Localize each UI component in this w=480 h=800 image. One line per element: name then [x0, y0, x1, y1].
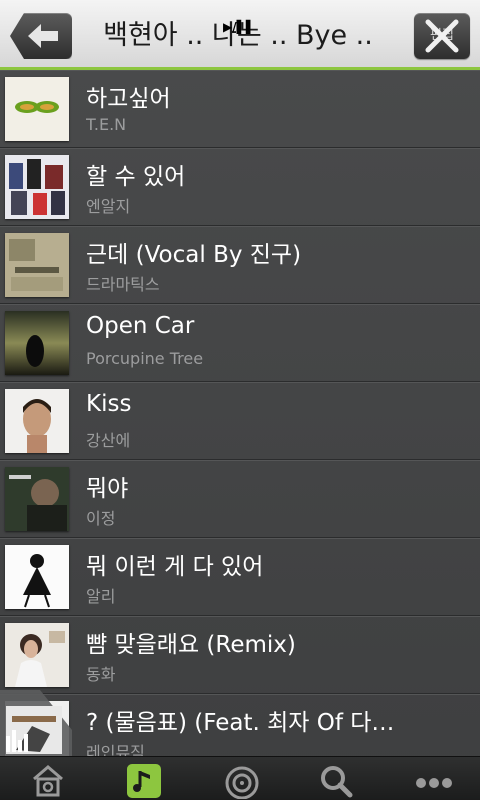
edit-button[interactable]: 편집	[414, 13, 470, 59]
nav-home[interactable]	[0, 757, 96, 800]
song-artist: 동화	[86, 665, 116, 684]
playlist-screen: 백현아 .. 나는 .. Bye .. ▶/▌▌ 편집 하고싶어	[0, 0, 480, 800]
list-item[interactable]: 뭐야 이정	[0, 460, 480, 538]
song-title: 할 수 있어	[86, 164, 186, 190]
nav-more[interactable]	[384, 757, 480, 800]
home-icon	[33, 765, 63, 797]
arrow-left-icon	[28, 24, 58, 48]
close-x-icon	[425, 19, 459, 53]
song-title: 근데 (Vocal By 진구)	[86, 242, 302, 268]
list-item[interactable]: Open Car Porcupine Tree	[0, 304, 480, 382]
bottom-navigation	[0, 756, 480, 800]
nav-music[interactable]	[96, 757, 192, 800]
album-art	[5, 77, 69, 141]
search-icon	[321, 766, 353, 798]
list-item[interactable]: ? (물음표) (Feat. 최자 Of 다… 레인뮤직	[0, 694, 480, 756]
song-artist: 알리	[86, 587, 116, 606]
album-art	[5, 545, 69, 609]
playback-indicator: ▶/▌▌	[223, 20, 256, 34]
song-title: 뺨 맞을래요 (Remix)	[86, 632, 296, 658]
header-bar: 백현아 .. 나는 .. Bye .. ▶/▌▌ 편집	[0, 0, 480, 70]
list-item[interactable]: 할 수 있어 엔알지	[0, 148, 480, 226]
song-title: 하고싶어	[86, 86, 171, 112]
list-item[interactable]: 뭐 이런 게 다 있어 알리	[0, 538, 480, 616]
album-art	[5, 155, 69, 219]
album-art	[5, 233, 69, 297]
album-art	[5, 389, 69, 453]
list-item[interactable]: 하고싶어 T.E.N	[0, 70, 480, 148]
list-item[interactable]: Kiss 강산에	[0, 382, 480, 460]
song-artist: T.E.N	[86, 115, 127, 134]
song-artist: Porcupine Tree	[86, 349, 204, 368]
album-art	[5, 467, 69, 531]
song-artist: 강산에	[86, 431, 131, 450]
list-item[interactable]: 뺨 맞을래요 (Remix) 동화	[0, 616, 480, 694]
radio-waves-icon	[225, 766, 259, 799]
song-list: 하고싶어 T.E.N 할 수 있어 엔알지 근데 (Vocal By 진구) 드…	[0, 70, 480, 756]
back-button[interactable]	[10, 13, 72, 59]
song-artist: 이정	[86, 509, 116, 528]
song-title: 뭐야	[86, 476, 129, 502]
album-art	[5, 623, 69, 687]
song-title: ? (물음표) (Feat. 최자 Of 다…	[86, 710, 395, 736]
nav-search[interactable]	[288, 757, 384, 800]
song-artist: 드라마틱스	[86, 275, 160, 294]
song-artist: 레인뮤직	[86, 743, 145, 756]
more-dots-icon	[416, 778, 452, 788]
song-title: Kiss	[86, 391, 132, 417]
music-note-icon	[127, 764, 161, 798]
list-item[interactable]: 근데 (Vocal By 진구) 드라마틱스	[0, 226, 480, 304]
nav-radio[interactable]	[192, 757, 288, 800]
song-title: 뭐 이런 게 다 있어	[86, 554, 264, 580]
album-art	[5, 311, 69, 375]
song-artist: 엔알지	[86, 197, 131, 216]
now-playing-thumbnail[interactable]	[0, 690, 72, 756]
song-title: Open Car	[86, 313, 195, 339]
